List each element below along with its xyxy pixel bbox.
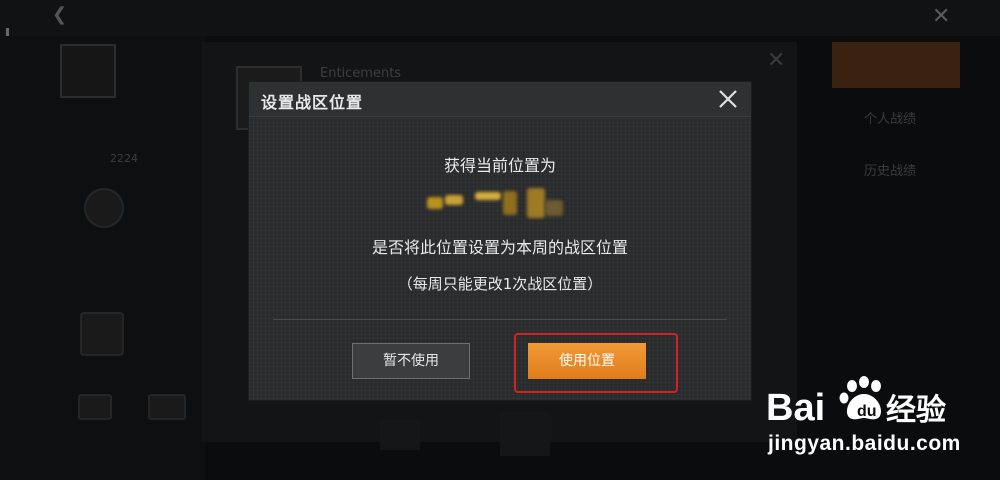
dialog-close-button[interactable] xyxy=(713,85,743,113)
right-action-button[interactable] xyxy=(832,42,960,88)
bottom-decoration xyxy=(500,412,550,456)
player-id-text: 2224 xyxy=(110,152,138,165)
weekly-limit-note: （每周只能更改1次战区位置） xyxy=(397,275,603,293)
player-name: Enticements xyxy=(320,66,402,81)
dialog-header: 设置战区位置 xyxy=(249,82,751,117)
controller-icon[interactable] xyxy=(148,394,186,420)
not-now-button[interactable]: 暂不使用 xyxy=(352,343,470,379)
divider xyxy=(273,319,727,320)
emblem-icon xyxy=(80,312,124,356)
svg-text:经验: 经验 xyxy=(886,393,946,428)
dialog-title: 设置战区位置 xyxy=(261,93,364,112)
close-icon xyxy=(719,90,737,108)
confirm-question: 是否将此位置设置为本周的战区位置 xyxy=(371,238,628,257)
svg-text:Bai: Bai xyxy=(766,387,825,429)
mail-icon[interactable] xyxy=(78,394,112,420)
bottom-decoration xyxy=(380,420,420,450)
baidu-paw-logo: Bai du 经验 xyxy=(766,376,946,429)
location-label: 获得当前位置为 xyxy=(443,156,556,175)
avatar xyxy=(60,44,116,98)
back-arrow-icon[interactable]: ❮ xyxy=(52,4,67,25)
panel-close-icon[interactable]: ✕ xyxy=(767,48,785,73)
top-bar xyxy=(0,0,1000,36)
svg-text:du: du xyxy=(857,403,877,420)
rank-badge-icon xyxy=(84,188,124,228)
baidu-watermark: Bai du 经验 xyxy=(760,372,990,472)
tab-personal-record[interactable]: 个人战绩 xyxy=(864,108,916,127)
watermark-url: jingyan.baidu.com xyxy=(768,432,961,455)
annotation-highlight-box xyxy=(514,333,678,393)
close-icon[interactable]: ✕ xyxy=(932,4,950,29)
tab-history-record[interactable]: 历史战绩 xyxy=(864,160,916,179)
